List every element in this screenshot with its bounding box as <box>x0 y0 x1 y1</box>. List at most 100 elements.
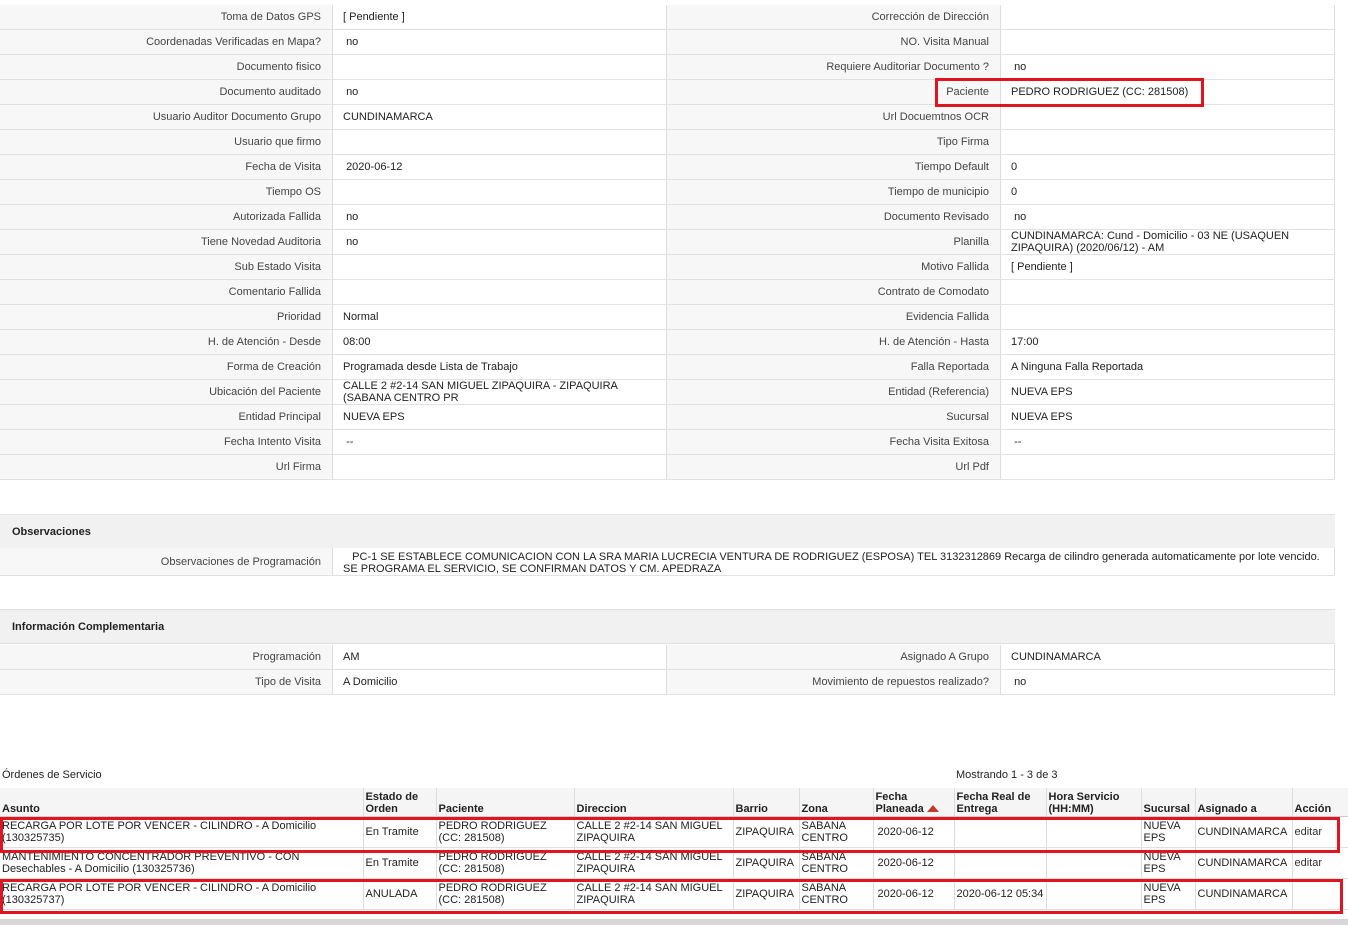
field-label: Asignado A Grupo <box>667 645 1001 669</box>
field-value: NUEVA EPS <box>1001 380 1335 404</box>
field-value <box>333 280 667 304</box>
field-value: no <box>333 30 667 54</box>
order-asignado-text: CUNDINAMARCA <box>1197 825 1288 838</box>
field-label: Url Firma <box>0 455 333 479</box>
order-asunto: MANTENIMIENTO CONCENTRADOR PREVENTIVO - … <box>0 847 364 879</box>
table-row[interactable]: MANTENIMIENTO CONCENTRADOR PREVENTIVO - … <box>0 847 1348 879</box>
col-hora[interactable]: Hora Servicio (HH:MM) <box>1046 788 1142 817</box>
detail-row: Fecha de Visita 2020-06-12 Tiempo Default… <box>0 155 1335 180</box>
order-action-edit[interactable] <box>1292 878 1348 910</box>
field-value: no <box>1001 205 1335 229</box>
field-label: Comentario Fallida <box>0 280 333 304</box>
field-value <box>333 180 667 204</box>
order-asunto-text: RECARGA POR LOTE POR VENCER - CILINDRO -… <box>2 819 317 844</box>
order-sucursal-text: NUEVA EPS <box>1143 850 1180 875</box>
observaciones-value: PC-1 SE ESTABLECE COMUNICACION CON LA SR… <box>333 548 1335 575</box>
detail-row: Comentario Fallida Contrato de Comodato <box>0 280 1335 305</box>
field-value <box>1001 455 1335 479</box>
order-paciente: PEDRO RODRIGUEZ (CC: 281508) <box>436 847 575 879</box>
orders-count: Mostrando 1 - 3 de 3 <box>956 769 1058 781</box>
field-label: H. de Atención - Desde <box>0 330 333 354</box>
detail-row: Documento auditado no Paciente PEDRO RODRI… <box>0 80 1335 105</box>
order-direccion-text: CALLE 2 #2-14 SAN MIGUEL ZIPAQUIRA <box>576 850 723 875</box>
order-estado-text: En Tramite <box>365 856 419 869</box>
info-complementaria-grid: Programación AM Asignado A Grupo CUNDINAMAR… <box>0 645 1335 695</box>
order-zona: SABANA CENTRO <box>799 847 874 879</box>
detail-row: Tiene Novedad Auditoria no Planilla CUNDIN… <box>0 230 1335 255</box>
field-label: Forma de Creación <box>0 355 333 379</box>
field-value: [ Pendiente ] <box>333 5 667 29</box>
field-label: H. de Atención - Hasta <box>667 330 1001 354</box>
field-value <box>333 55 667 79</box>
col-accion: Acción <box>1292 788 1348 817</box>
order-action-edit[interactable]: editar <box>1292 816 1348 848</box>
field-value: CUNDINAMARCA <box>1001 645 1335 669</box>
order-barrio: ZIPAQUIRA <box>733 816 800 848</box>
field-label: Documento fisico <box>0 55 333 79</box>
order-paciente: PEDRO RODRIGUEZ (CC: 281508) <box>436 816 575 848</box>
order-fecha-planeada-text: 2020-06-12 <box>877 825 934 838</box>
field-value <box>333 455 667 479</box>
order-barrio-text: ZIPAQUIRA <box>735 887 794 900</box>
field-label: Tipo de Visita <box>0 670 333 694</box>
order-sucursal: NUEVA EPS <box>1141 878 1196 910</box>
order-fecha-real: 2020-06-12 05:34 <box>954 878 1047 910</box>
field-value <box>333 255 667 279</box>
field-label: Usuario Auditor Documento Grupo <box>0 105 333 129</box>
col-asunto[interactable]: Asunto <box>0 788 364 817</box>
order-zona-text: SABANA CENTRO <box>801 850 848 875</box>
col-fecha-planeada[interactable]: Fecha Planeada <box>873 788 955 817</box>
detail-row: Url Firma Url Pdf <box>0 455 1335 480</box>
col-estado[interactable]: Estado de Orden <box>363 788 437 817</box>
field-label: Url Docuemtnos OCR <box>667 105 1001 129</box>
field-value: 17:00 <box>1001 330 1335 354</box>
horizontal-scrollbar[interactable] <box>0 919 1348 925</box>
detail-row: Toma de Datos GPS[ Pendiente ] Corrección… <box>0 5 1335 30</box>
field-value: CALLE 2 #2-14 SAN MIGUEL ZIPAQUIRA - ZIP… <box>333 380 667 404</box>
field-value: -- <box>333 430 667 454</box>
col-zona[interactable]: Zona <box>799 788 874 817</box>
col-barrio[interactable]: Barrio <box>733 788 800 817</box>
field-value: Programada desde Lista de Trabajo <box>333 355 667 379</box>
detail-row: Fecha Intento Visita -- Fecha Visita Exit… <box>0 430 1335 455</box>
field-value: A Domicilio <box>333 670 667 694</box>
col-asignado[interactable]: Asignado a <box>1195 788 1293 817</box>
order-asignado: CUNDINAMARCA <box>1195 816 1293 848</box>
col-direccion[interactable]: Direccion <box>574 788 734 817</box>
col-paciente[interactable]: Paciente <box>436 788 575 817</box>
order-action-edit-text[interactable]: editar <box>1295 826 1323 838</box>
order-action-edit[interactable]: editar <box>1292 847 1348 879</box>
order-hora <box>1046 847 1142 879</box>
sort-asc-icon[interactable] <box>926 805 939 813</box>
order-fecha-real-text: 2020-06-12 05:34 <box>956 887 1044 900</box>
col-fecha-real[interactable]: Fecha Real de Entrega <box>954 788 1047 817</box>
detail-row: Autorizada Fallida no Documento Revisado … <box>0 205 1335 230</box>
detail-row: Programación AM Asignado A Grupo CUNDINAMAR… <box>0 645 1335 670</box>
order-estado: ANULADA <box>363 878 437 910</box>
detail-row: Sub Estado Visita Motivo Fallida[ Pendien… <box>0 255 1335 280</box>
field-value <box>1001 5 1335 29</box>
order-fecha-planeada-text: 2020-06-12 <box>877 856 934 869</box>
field-value: no <box>1001 670 1335 694</box>
order-direccion: CALLE 2 #2-14 SAN MIGUEL ZIPAQUIRA <box>574 847 734 879</box>
detail-row: Coordenadas Verificadas en Mapa? no NO. V… <box>0 30 1335 55</box>
field-label: Autorizada Fallida <box>0 205 333 229</box>
col-sucursal[interactable]: Sucursal <box>1141 788 1196 817</box>
field-value <box>333 130 667 154</box>
order-paciente-text: PEDRO RODRIGUEZ (CC: 281508) <box>438 881 547 906</box>
order-asignado: CUNDINAMARCA <box>1195 878 1293 910</box>
order-barrio-text: ZIPAQUIRA <box>735 856 794 869</box>
detail-row: Forma de Creación Programada desde Lista … <box>0 355 1335 380</box>
col-fecha-planeada-label: Fecha Planeada <box>875 790 924 815</box>
order-barrio: ZIPAQUIRA <box>733 847 800 879</box>
table-row[interactable]: RECARGA POR LOTE POR VENCER - CILINDRO -… <box>0 816 1348 848</box>
field-value: no <box>1001 55 1335 79</box>
order-sucursal-text: NUEVA EPS <box>1143 819 1180 844</box>
order-paciente-text: PEDRO RODRIGUEZ (CC: 281508) <box>438 850 547 875</box>
order-action-edit-text[interactable]: editar <box>1295 857 1323 869</box>
order-fecha-real <box>954 847 1047 879</box>
observaciones-label: Observaciones de Programación <box>0 548 333 575</box>
detail-row: Prioridad Normal Evidencia Fallida <box>0 305 1335 330</box>
table-row[interactable]: RECARGA POR LOTE POR VENCER - CILINDRO -… <box>0 878 1348 910</box>
field-label: Coordenadas Verificadas en Mapa? <box>0 30 333 54</box>
